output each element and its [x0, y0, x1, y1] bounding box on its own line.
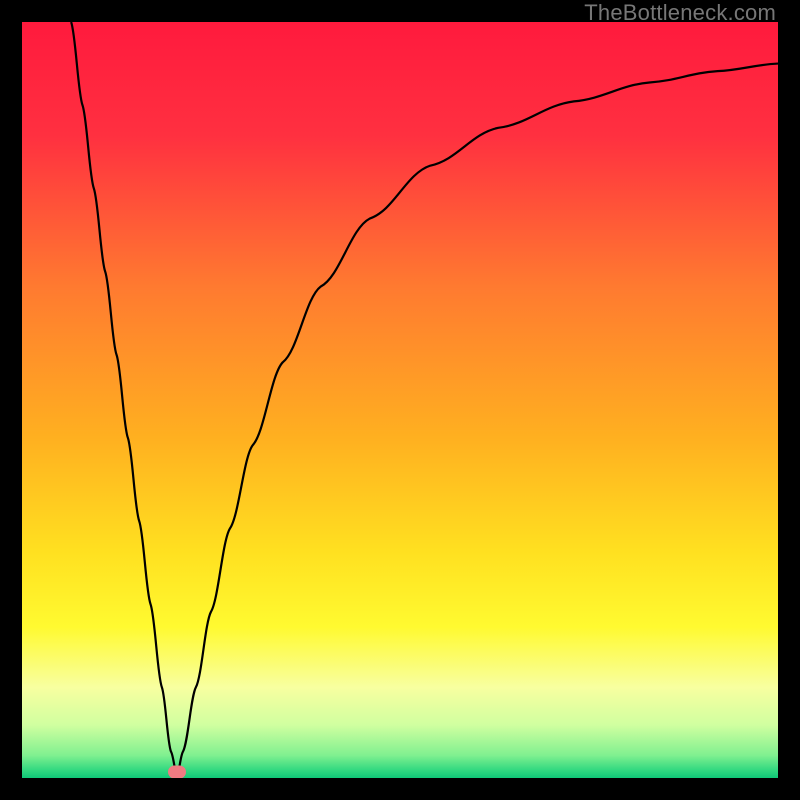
chart-container: TheBottleneck.com — [0, 0, 800, 800]
curve-line — [22, 22, 778, 778]
plot-area — [22, 22, 778, 778]
bottleneck-marker — [168, 765, 186, 778]
watermark-text: TheBottleneck.com — [584, 0, 776, 26]
